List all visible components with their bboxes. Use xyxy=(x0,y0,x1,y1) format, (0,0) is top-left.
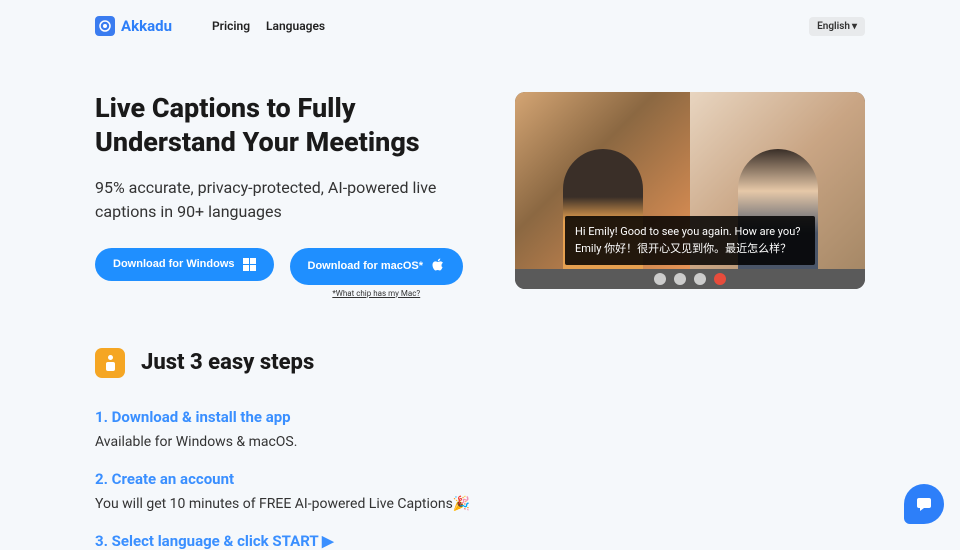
language-selector[interactable]: English ▾ xyxy=(809,17,865,36)
nav: Pricing Languages xyxy=(212,19,325,33)
chevron-down-icon: ▾ xyxy=(852,21,857,32)
step-item: 3. Select language & click START ▶ xyxy=(95,532,865,550)
download-mac-button[interactable]: Download for macOS* xyxy=(290,248,464,285)
nav-languages[interactable]: Languages xyxy=(266,19,325,33)
header: Akkadu Pricing Languages English ▾ xyxy=(0,0,960,52)
hero-right: Hi Emily! Good to see you again. How are… xyxy=(490,92,865,298)
steps-section: Just 3 easy steps 1. Download & install … xyxy=(0,298,960,550)
steps-title: Just 3 easy steps xyxy=(141,350,314,375)
caption-overlay: Hi Emily! Good to see you again. How are… xyxy=(565,216,815,265)
nav-pricing[interactable]: Pricing xyxy=(212,19,250,33)
download-windows-button[interactable]: Download for Windows xyxy=(95,248,274,281)
step-item: 1. Download & install the app Available … xyxy=(95,408,865,450)
mic-icon xyxy=(674,273,686,285)
chat-bubble-icon xyxy=(915,495,933,513)
headline: Live Captions to Fully Understand Your M… xyxy=(95,92,470,160)
steps-header: Just 3 easy steps xyxy=(95,348,865,378)
step-item: 2. Create an account You will get 10 min… xyxy=(95,470,865,512)
camera-icon xyxy=(654,273,666,285)
cta-buttons: Download for Windows Download for macOS*… xyxy=(95,248,470,298)
subheadline: 95% accurate, privacy-protected, AI-powe… xyxy=(95,176,470,224)
hangup-icon xyxy=(714,273,726,285)
windows-icon xyxy=(243,258,256,271)
logo-icon xyxy=(95,16,115,36)
download-mac-label: Download for macOS* xyxy=(308,260,424,272)
chip-link[interactable]: *What chip has my Mac? xyxy=(332,289,420,298)
apple-icon xyxy=(431,258,445,275)
chat-icon xyxy=(694,273,706,285)
logo[interactable]: Akkadu xyxy=(95,16,172,36)
hero-section: Live Captions to Fully Understand Your M… xyxy=(0,52,960,298)
hero-left: Live Captions to Fully Understand Your M… xyxy=(95,92,470,298)
chat-fab[interactable] xyxy=(904,484,944,524)
logo-text: Akkadu xyxy=(121,17,172,35)
step-desc: Available for Windows & macOS. xyxy=(95,434,865,450)
step-title: 1. Download & install the app xyxy=(95,408,865,426)
step-desc: You will get 10 minutes of FREE AI-power… xyxy=(95,496,865,512)
step-title: 2. Create an account xyxy=(95,470,865,488)
step-title: 3. Select language & click START ▶ xyxy=(95,532,865,550)
language-selector-label: English xyxy=(817,21,850,32)
video-preview: Hi Emily! Good to see you again. How are… xyxy=(515,92,865,289)
video-toolbar xyxy=(515,269,865,289)
caption-line: Emily 你好！很开心又见到你。最近怎么样？ xyxy=(575,241,805,258)
steps-icon xyxy=(95,348,125,378)
caption-line: Hi Emily! Good to see you again. How are… xyxy=(575,224,805,241)
download-windows-label: Download for Windows xyxy=(113,258,235,270)
